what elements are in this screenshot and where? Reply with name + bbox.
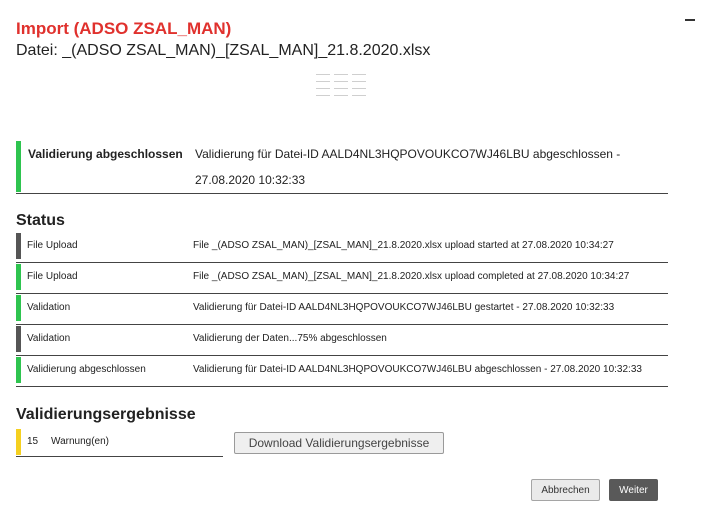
warning-result: 15 Warnung(en) (16, 428, 223, 457)
download-results-button[interactable]: Download Validierungsergebnisse (234, 432, 444, 454)
status-row-label: File Upload (27, 271, 78, 282)
status-row: Validierung abgeschlossen Validierung fü… (16, 356, 668, 387)
status-row-label: File Upload (27, 240, 78, 251)
warning-label: Warnung(en) (51, 436, 109, 447)
dialog-title: Import (ADSO ZSAL_MAN) (16, 19, 232, 38)
status-row: Validation Validierung der Daten...75% a… (16, 325, 668, 356)
status-row: File Upload File _(ADSO ZSAL_MAN)_[ZSAL_… (16, 232, 668, 263)
status-row: Validation Validierung für Datei-ID AALD… (16, 294, 668, 325)
status-indicator (16, 326, 21, 352)
grid-icon (316, 72, 368, 102)
status-row-label: Validation (27, 333, 71, 344)
cancel-button[interactable]: Abbrechen (531, 479, 600, 501)
status-indicator (16, 357, 21, 383)
status-indicator (16, 295, 21, 321)
status-row-label: Validation (27, 302, 71, 313)
status-row-message: Validierung der Daten...75% abgeschlosse… (193, 333, 387, 344)
status-indicator (16, 233, 21, 259)
status-indicator-green (16, 141, 21, 192)
next-button[interactable]: Weiter (609, 479, 658, 501)
status-row-message: File _(ADSO ZSAL_MAN)_[ZSAL_MAN]_21.8.20… (193, 240, 614, 251)
status-row-label: Validierung abgeschlossen (27, 364, 146, 375)
summary-label: Validierung abgeschlossen (28, 147, 183, 161)
validation-summary: Validierung abgeschlossen Validierung fü… (16, 141, 668, 194)
warning-count: 15 (27, 436, 39, 447)
warning-indicator (16, 429, 21, 455)
status-row-message: Validierung für Datei-ID AALD4NL3HQPOVOU… (193, 302, 615, 313)
minimize-icon[interactable] (683, 8, 697, 22)
status-row-message: Validierung für Datei-ID AALD4NL3HQPOVOU… (193, 364, 642, 375)
status-section-title: Status (16, 212, 65, 229)
file-name: Datei: _(ADSO ZSAL_MAN)_[ZSAL_MAN]_21.8.… (16, 42, 431, 59)
validation-results-title: Validierungsergebnisse (16, 406, 196, 423)
status-row-message: File _(ADSO ZSAL_MAN)_[ZSAL_MAN]_21.8.20… (193, 271, 630, 282)
status-row: File Upload File _(ADSO ZSAL_MAN)_[ZSAL_… (16, 263, 668, 294)
summary-message: Validierung für Datei-ID AALD4NL3HQPOVOU… (195, 147, 621, 187)
status-indicator (16, 264, 21, 290)
